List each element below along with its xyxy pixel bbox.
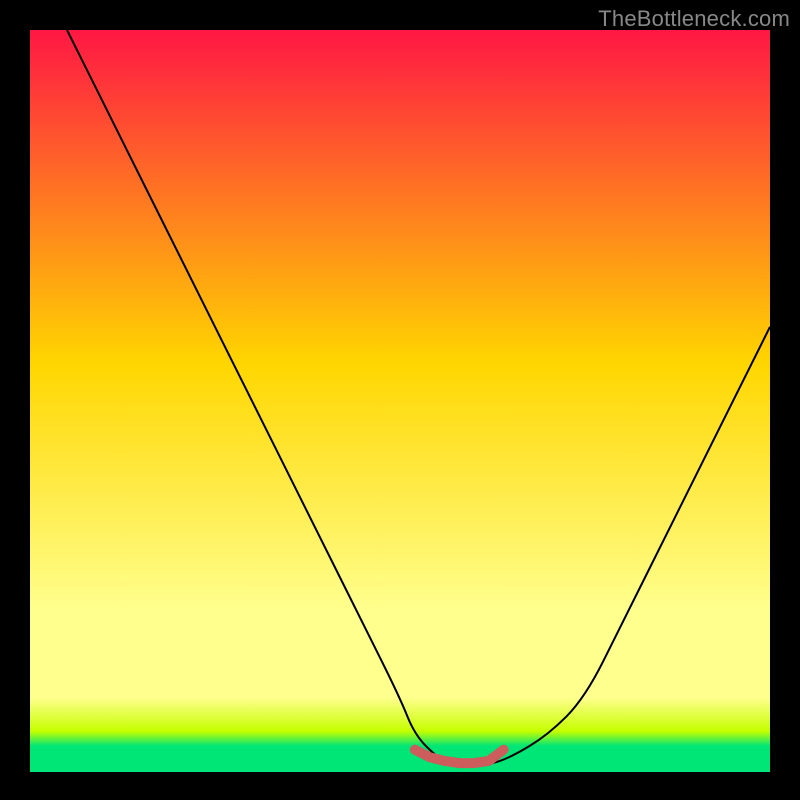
chart-canvas: TheBottleneck.com xyxy=(0,0,800,800)
bottleneck-plot xyxy=(0,0,800,800)
watermark-text: TheBottleneck.com xyxy=(598,6,790,32)
gradient-background xyxy=(30,30,770,772)
